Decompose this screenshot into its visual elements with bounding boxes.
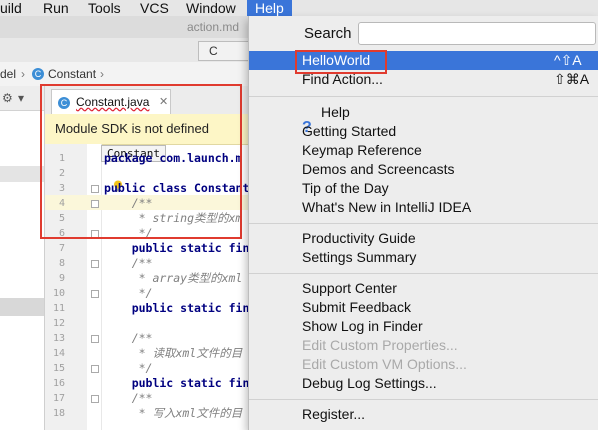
menu-item-support-center[interactable]: Support Center <box>302 279 397 298</box>
gear-icon[interactable]: ⚙ <box>2 86 13 110</box>
line-number: 17 <box>52 393 65 404</box>
menu-bar: uild Run Tools VCS Window Help <box>0 0 598 17</box>
code-line: * 读取xml文件的目 <box>104 346 243 360</box>
menu-separator <box>249 223 598 224</box>
shortcut-helloworld: ^⇧A <box>554 52 582 68</box>
menu-item-settings-summary[interactable]: Settings Summary <box>302 248 416 267</box>
menu-separator <box>249 96 598 97</box>
fold-marker-icon[interactable] <box>91 395 99 403</box>
chevron-right-icon: › <box>100 67 104 81</box>
fold-marker-icon[interactable] <box>91 260 99 268</box>
shortcut-find-action: ⇧⌘A <box>554 71 590 87</box>
code-line: */ <box>104 361 153 375</box>
menu-run[interactable]: Run <box>43 0 69 16</box>
menu-vcs[interactable]: VCS <box>140 0 169 16</box>
menu-item-tip-of-the-day[interactable]: Tip of the Day <box>302 179 389 198</box>
menu-item-help[interactable]: Help <box>321 103 350 122</box>
menu-item-demos[interactable]: Demos and Screencasts <box>302 160 455 179</box>
line-number: 14 <box>52 348 65 359</box>
code-line: /** <box>104 391 153 405</box>
line-number: 15 <box>52 363 65 374</box>
menu-item-whats-new[interactable]: What's New in IntelliJ IDEA <box>302 198 471 217</box>
window-title: action.md <box>187 20 240 34</box>
line-number: 16 <box>52 378 65 389</box>
line-number: 18 <box>52 408 65 419</box>
project-tree-row[interactable] <box>0 166 44 182</box>
code-line: */ <box>104 286 153 300</box>
line-number: 10 <box>52 288 65 299</box>
breadcrumb-module[interactable]: del <box>0 62 16 86</box>
menu-help[interactable]: Help <box>247 0 292 16</box>
code-line: * 写入xml文件的目 <box>104 406 243 420</box>
highlight-box-menu <box>295 50 387 74</box>
chevron-down-icon[interactable]: ▾ <box>18 86 24 110</box>
search-label: Search <box>304 25 352 42</box>
line-number: 12 <box>52 318 65 329</box>
menu-item-submit-feedback[interactable]: Submit Feedback <box>302 298 411 317</box>
class-icon: C <box>32 68 44 80</box>
menu-item-productivity-guide[interactable]: Productivity Guide <box>302 229 416 248</box>
breadcrumb-class[interactable]: Constant <box>48 62 96 86</box>
menu-window[interactable]: Window <box>186 0 236 16</box>
menu-separator <box>249 399 598 400</box>
code-line: * array类型的xml <box>104 271 243 285</box>
menu-item-edit-custom-vm-options: Edit Custom VM Options... <box>302 356 467 372</box>
project-tree-row-selected[interactable] <box>0 298 44 316</box>
project-panel: ⚙ ▾ <box>0 86 45 430</box>
line-number: 8 <box>58 258 65 269</box>
line-number: 9 <box>58 273 65 284</box>
search-input[interactable] <box>358 22 596 45</box>
menu-separator <box>249 273 598 274</box>
menu-item-show-log[interactable]: Show Log in Finder <box>302 317 423 336</box>
fold-marker-icon[interactable] <box>91 290 99 298</box>
project-toolbar: ⚙ ▾ <box>0 86 44 111</box>
code-line: public static fin <box>104 241 250 255</box>
fold-marker-icon[interactable] <box>91 335 99 343</box>
code-line: /** <box>104 256 153 270</box>
help-menu-dropdown: Search HelloWorld ^⇧A Find Action... ⇧⌘A… <box>248 16 598 430</box>
code-line: /** <box>104 331 153 345</box>
code-line: public static fin <box>104 376 250 390</box>
chevron-right-icon: › <box>21 67 25 81</box>
code-line: public static fin <box>104 301 250 315</box>
menu-item-edit-custom-properties: Edit Custom Properties... <box>302 337 458 353</box>
line-number: 11 <box>52 303 65 314</box>
menu-tools[interactable]: Tools <box>88 0 121 16</box>
menu-build[interactable]: uild <box>0 0 22 16</box>
fold-marker-icon[interactable] <box>91 365 99 373</box>
menu-item-getting-started[interactable]: Getting Started <box>302 122 396 141</box>
menu-item-register[interactable]: Register... <box>302 405 365 424</box>
highlight-box-editor <box>40 84 242 239</box>
line-number: 13 <box>52 333 65 344</box>
menu-item-keymap-reference[interactable]: Keymap Reference <box>302 141 422 160</box>
line-number: 7 <box>58 243 65 254</box>
menu-item-debug-log-settings[interactable]: Debug Log Settings... <box>302 374 437 393</box>
